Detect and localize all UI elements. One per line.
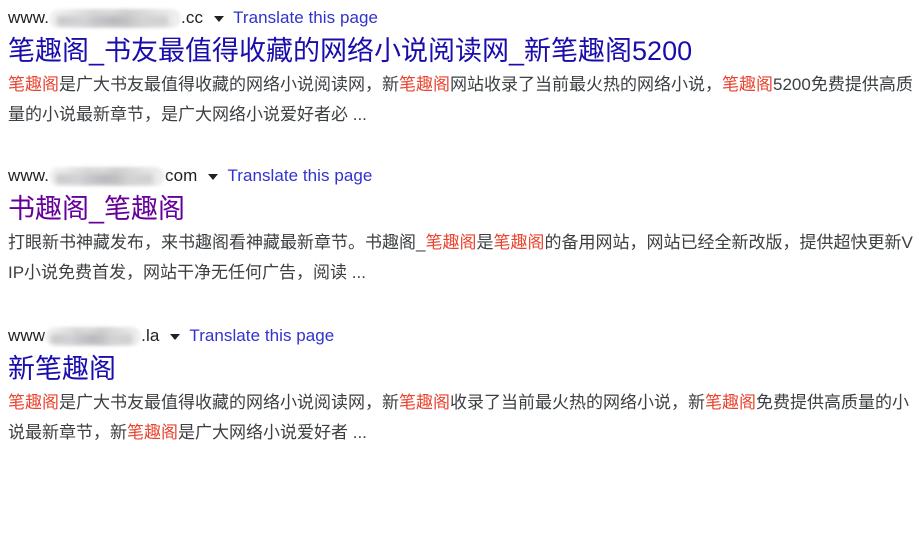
result-title-link[interactable]: 新笔趣阁 [8,352,919,386]
search-result-item: www. com Translate this page 书趣阁_笔趣阁 打眼新… [8,164,919,288]
result-snippet: 笔趣阁是广大书友最值得收藏的网络小说阅读网，新笔趣阁网站收录了当前最火热的网络小… [8,70,913,130]
url-prefix-text: www. [8,8,50,27]
redacted-url-blur [49,166,166,186]
snippet-highlight: 笔趣阁 [425,233,477,252]
url-suffix-text: .la [141,326,160,345]
result-snippet: 打眼新书神藏发布，来书趣阁看神藏最新章节。书趣阁_笔趣阁是笔趣阁的备用网站，网站… [8,228,913,288]
snippet-highlight: 笔趣阁 [399,75,450,94]
translate-this-page-link[interactable]: Translate this page [233,8,378,28]
chevron-down-icon[interactable] [170,334,181,340]
snippet-text: 是广大网络小说爱好者 ... [178,423,367,442]
snippet-highlight: 笔趣阁 [493,233,545,252]
url-prefix-text: www [8,326,46,345]
snippet-highlight: 笔趣阁 [399,393,450,412]
search-results-list: www. .cc Translate this page 笔趣阁_书友最值得收藏… [0,0,919,448]
search-result-item: www .la Translate this page 新笔趣阁 笔趣阁是广大书… [8,324,919,448]
snippet-text: 是广大书友最值得收藏的网络小说阅读网，新 [59,75,399,94]
result-title-link[interactable]: 书趣阁_笔趣阁 [8,192,919,226]
result-title-link[interactable]: 笔趣阁_书友最值得收藏的网络小说阅读网_新笔趣阁5200 [8,34,919,68]
search-result-item: www. .cc Translate this page 笔趣阁_书友最值得收藏… [8,0,919,130]
redacted-url-blur [45,326,142,346]
url-prefix-text: www. [8,166,50,185]
url-suffix-text: com [165,166,198,185]
url-suffix-text: .cc [181,8,204,27]
redacted-url-blur [49,8,182,28]
result-snippet: 笔趣阁是广大书友最值得收藏的网络小说阅读网，新笔趣阁收录了当前最火热的网络小说，… [8,388,913,448]
snippet-text: 打眼新书神藏发布，来书趣阁看神藏最新章节。书趣阁_ [8,233,426,252]
snippet-highlight: 笔趣阁 [8,75,59,94]
snippet-highlight: 笔趣阁 [127,423,178,442]
snippet-highlight: 笔趣阁 [722,75,773,94]
translate-this-page-link[interactable]: Translate this page [189,326,334,346]
snippet-text: 是广大书友最值得收藏的网络小说阅读网，新 [59,393,399,412]
chevron-down-icon[interactable] [214,16,225,22]
translate-this-page-link[interactable]: Translate this page [227,166,372,186]
snippet-highlight: 笔趣阁 [8,393,59,412]
result-url-line: www .la Translate this page [8,324,919,348]
snippet-text: 网站收录了当前最火热的网络小说， [450,75,722,94]
result-url-line: www. com Translate this page [8,164,919,188]
chevron-down-icon[interactable] [208,174,219,180]
result-url-line: www. .cc Translate this page [8,6,919,30]
snippet-text: 收录了当前最火热的网络小说，新 [450,393,705,412]
snippet-highlight: 笔趣阁 [705,393,756,412]
snippet-text: 是 [476,233,494,252]
